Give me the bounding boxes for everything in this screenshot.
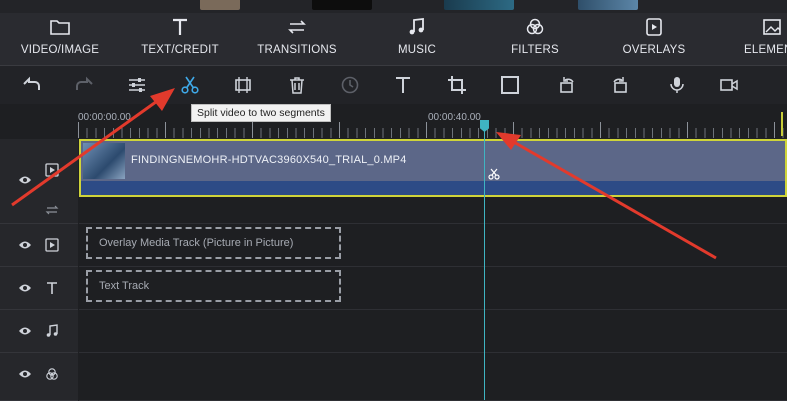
video-track-header [0, 139, 78, 224]
fullscreen-icon [501, 76, 519, 94]
voiceover-button[interactable] [664, 72, 690, 98]
overlay-track-header [0, 224, 78, 267]
edit-toolbar [0, 66, 787, 104]
video-clip[interactable]: FINDINGNEMOHR-HDTVAC3960X540_TRIAL_0.MP4 [79, 139, 787, 197]
record-button[interactable] [716, 72, 742, 98]
trim-icon [235, 77, 251, 93]
crop-icon [448, 76, 466, 94]
text-icon [396, 77, 410, 93]
media-thumbnail[interactable] [200, 0, 240, 10]
tab-video-image[interactable]: VIDEO/IMAGE [18, 13, 102, 65]
microphone-icon [670, 77, 684, 93]
eye-icon[interactable] [18, 283, 32, 293]
tab-music[interactable]: MUSIC [375, 13, 459, 65]
tab-transitions[interactable]: TRANSITIONS [255, 13, 339, 65]
split-cursor-icon [488, 168, 500, 180]
filter-track[interactable] [79, 353, 787, 401]
link-audio-icon[interactable] [45, 203, 59, 217]
eye-icon[interactable] [18, 240, 32, 250]
tab-label: TEXT/CREDIT [141, 44, 219, 56]
rotate-right-button[interactable] [607, 72, 633, 98]
media-thumbnail[interactable] [312, 0, 372, 10]
overlay-placeholder-text: Overlay Media Track (Picture in Picture) [99, 237, 294, 249]
tab-elements[interactable]: ELEMEN [730, 13, 787, 65]
tab-overlays[interactable]: OVERLAYS [612, 13, 696, 65]
adjust-button[interactable] [124, 72, 150, 98]
adjust-icon [129, 78, 145, 92]
media-thumbnail[interactable] [578, 0, 638, 10]
rotate-left-button[interactable] [554, 72, 580, 98]
trash-icon [290, 77, 304, 94]
overlay-track-icon [45, 238, 59, 252]
music-note-icon [409, 17, 424, 35]
duration-icon [341, 76, 359, 94]
undo-button[interactable] [18, 72, 44, 98]
tab-label: ELEMEN [744, 44, 787, 56]
redo-button[interactable] [72, 72, 98, 98]
music-note-icon [46, 324, 58, 337]
text-track-icon [47, 282, 57, 294]
redo-icon [76, 76, 93, 90]
record-camera-icon [720, 79, 738, 91]
eye-icon[interactable] [18, 369, 32, 379]
split-tooltip: Split video to two segments [191, 104, 331, 122]
filters-icon [526, 18, 544, 35]
tab-label: VIDEO/IMAGE [20, 44, 100, 56]
rotate-right-icon [613, 77, 627, 93]
timeline-ruler[interactable]: 00:00:00.00 00:00:40.00 [0, 104, 787, 138]
scissors-icon [181, 76, 199, 94]
filters-icon [46, 368, 58, 380]
crop-button[interactable] [444, 72, 470, 98]
text-track-header [0, 267, 78, 310]
duration-button[interactable] [337, 72, 363, 98]
music-track-header [0, 310, 78, 353]
text-button[interactable] [390, 72, 416, 98]
overlay-drop-zone[interactable]: Overlay Media Track (Picture in Picture) [86, 227, 341, 259]
eye-icon[interactable] [18, 175, 32, 185]
undo-icon [23, 76, 40, 90]
clip-title: FINDINGNEMOHR-HDTVAC3960X540_TRIAL_0.MP4 [131, 154, 407, 166]
trim-button[interactable] [230, 72, 256, 98]
overlays-icon [646, 18, 662, 36]
tab-filters[interactable]: FILTERS [493, 13, 577, 65]
tab-label: FILTERS [511, 44, 559, 56]
filter-track-header [0, 353, 78, 401]
tab-label: TRANSITIONS [257, 44, 337, 56]
transitions-icon [288, 20, 306, 34]
timeline-end-marker [781, 112, 783, 136]
delete-button[interactable] [284, 72, 310, 98]
clip-thumbnail [83, 143, 125, 179]
text-drop-zone[interactable]: Text Track [86, 270, 341, 302]
video-track-icon [45, 163, 59, 177]
tab-label: OVERLAYS [622, 44, 686, 56]
main-tab-bar: VIDEO/IMAGE TEXT/CREDIT TRANSITIONS MUSI… [0, 13, 787, 66]
music-track[interactable] [79, 310, 787, 353]
ruler-major-ticks [78, 122, 787, 138]
media-thumbnail-strip [0, 0, 787, 13]
text-placeholder-text: Text Track [99, 280, 150, 292]
folder-icon [50, 20, 70, 35]
audio-waveform [81, 181, 785, 195]
elements-icon [763, 19, 781, 35]
tab-label: MUSIC [397, 44, 437, 56]
tab-text-credit[interactable]: TEXT/CREDIT [138, 13, 222, 65]
rotate-left-icon [560, 77, 574, 93]
fullscreen-button[interactable] [497, 72, 523, 98]
eye-icon[interactable] [18, 326, 32, 336]
text-icon [173, 18, 187, 35]
split-button[interactable] [177, 72, 203, 98]
playhead-line[interactable] [484, 122, 485, 400]
media-thumbnail[interactable] [444, 0, 514, 10]
